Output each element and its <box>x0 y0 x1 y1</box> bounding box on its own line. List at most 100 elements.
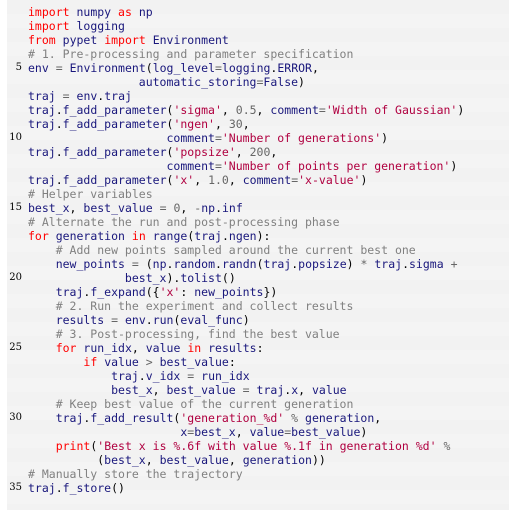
code-line: 35 traj.f_store() <box>0 481 509 495</box>
code-token: , <box>214 117 229 131</box>
code-line: traj.f_add_parameter('x', 1.0, comment='… <box>0 173 509 187</box>
code-token: , <box>298 383 312 397</box>
code-line: best_x, best_value = traj.x, value <box>0 383 509 397</box>
code-token: value <box>311 383 347 397</box>
code-line-source: (best_x, best_value, generation)) <box>28 453 326 467</box>
code-token: = <box>55 61 63 75</box>
line-number: 10 <box>9 132 22 143</box>
code-token: f_expand <box>90 285 146 299</box>
code-line-source: traj.v_idx = run_idx <box>28 369 250 383</box>
code-line: # Add new points sampled around the curr… <box>0 243 509 257</box>
code-token: new_points <box>194 285 264 299</box>
code-line-source: traj.f_store() <box>28 481 125 495</box>
code-token: 0.5 <box>235 103 257 117</box>
code-token: value <box>145 341 181 355</box>
code-token: traj <box>28 285 84 299</box>
code-token: logging <box>221 61 271 75</box>
code-token: . <box>138 369 146 383</box>
code-token: env <box>28 61 49 75</box>
code-line: print('Best x is %.6f with value %.1f in… <box>0 439 509 453</box>
code-token: 'x' <box>159 285 181 299</box>
code-token: 'Width of Gaussian' <box>325 103 458 117</box>
code-token: 'Number of generations' <box>221 131 382 145</box>
code-token: new_points <box>28 257 125 271</box>
code-token: log_level <box>152 61 216 75</box>
code-line-source: new_points = (np.random.randn(traj.popsi… <box>28 257 458 271</box>
code-token: traj <box>28 411 84 425</box>
code-token: best_value <box>83 201 153 215</box>
code-token: )) <box>311 453 326 467</box>
code-token: import <box>28 19 70 33</box>
code-line: traj.f_add_parameter('sigma', 0.5, comme… <box>0 103 509 117</box>
code-line-source: env = Environment(log_level=logging.ERRO… <box>28 61 319 75</box>
code-line: # Manually store the trajectory <box>0 467 509 481</box>
code-token: , <box>221 103 236 117</box>
code-token: range <box>152 229 188 243</box>
code-line: # 2. Run the experiment and collect resu… <box>0 299 509 313</box>
code-token: f_store <box>62 481 112 495</box>
code-line-source: best_x, best_value = 0, -np.inf <box>28 201 243 215</box>
code-line: # Alternate the run and post-processing … <box>0 215 509 229</box>
code-token: automatic_storing <box>28 75 257 89</box>
code-token: , <box>145 453 160 467</box>
code-token: 'x' <box>173 173 195 187</box>
code-token: % <box>443 439 451 453</box>
code-token: Environment <box>69 61 146 75</box>
code-line-source: from pypet import Environment <box>28 33 229 47</box>
code-token: ) <box>450 159 458 173</box>
code-token: np <box>152 257 167 271</box>
code-token: , <box>374 411 382 425</box>
code-token: v_idx <box>145 369 181 383</box>
code-line-source: import numpy as np <box>28 5 153 19</box>
code-token: = <box>214 131 222 145</box>
code-line-source: # 3. Post-processing, find the best valu… <box>28 327 340 341</box>
code-token: = <box>111 313 119 327</box>
code-line: for generation in range(traj.ngen): <box>0 229 509 243</box>
code-token: ). <box>166 271 181 285</box>
code-token: popsize <box>298 257 347 271</box>
code-token: 'sigma' <box>173 103 222 117</box>
code-token: = <box>214 159 222 173</box>
code-line-source: best_x).tolist() <box>28 271 236 285</box>
code-token: value <box>104 355 139 369</box>
code-token: generation <box>55 229 125 243</box>
code-token: ({ <box>145 285 160 299</box>
code-token: 30 <box>228 117 243 131</box>
code-token: logging <box>76 19 125 33</box>
code-line-source: # Manually store the trajectory <box>28 467 243 481</box>
code-token: if <box>83 355 98 369</box>
code-token: # 1. Pre-processing and parameter specif… <box>28 47 354 61</box>
code-token: ( <box>256 257 264 271</box>
code-line: 20 best_x).tolist() <box>0 271 509 285</box>
code-token: randn <box>221 257 257 271</box>
code-token: best_x <box>28 201 70 215</box>
code-line: # 1. Pre-processing and parameter specif… <box>0 47 509 61</box>
code-token: 'ngen' <box>173 117 215 131</box>
code-line-source: for generation in range(traj.ngen): <box>28 229 270 243</box>
code-token: Environment <box>152 33 229 47</box>
code-line-source: comment='Number of generations') <box>28 131 388 145</box>
code-token: np <box>201 201 216 215</box>
code-token: # 3. Post-processing, find the best valu… <box>28 327 340 341</box>
code-token: run_idx <box>83 341 132 355</box>
code-token: f_add_result <box>90 411 174 425</box>
code-token: # Keep best value of the current generat… <box>28 397 354 411</box>
code-token: 200 <box>249 145 271 159</box>
code-token: np <box>138 5 153 19</box>
code-token: . <box>145 313 153 327</box>
code-token: > <box>145 355 153 369</box>
code-line: import logging <box>0 19 509 33</box>
code-line-source: traj.f_add_parameter('sigma', 0.5, comme… <box>28 103 464 117</box>
code-line-source: automatic_storing=False) <box>28 75 305 89</box>
code-line-source: # Helper variables <box>28 187 153 201</box>
code-token: for <box>28 229 49 243</box>
